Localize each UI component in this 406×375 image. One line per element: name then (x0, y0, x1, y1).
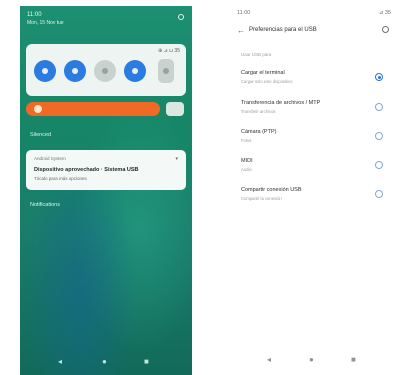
wifi-icon (42, 68, 48, 74)
option-description: Cargar solo este dispositivo (241, 79, 293, 84)
flashlight-icon (102, 68, 108, 74)
option-description: Audio (241, 167, 252, 172)
usb-option-file-transfer[interactable]: Transferencia de archivos / MTP Transfer… (241, 100, 391, 122)
nav-recents-button[interactable]: ■ (144, 357, 149, 366)
usb-option-tethering[interactable]: Compartir conexión USB Compartir la cone… (241, 187, 391, 209)
navigation-bar: ◂ ● ■ (229, 355, 397, 367)
notification-app-name: Android System (34, 156, 66, 161)
usb-option-charge[interactable]: Cargar el terminal Cargar solo este disp… (241, 70, 391, 92)
option-description: Fotos (241, 138, 252, 143)
option-label: MIDI (241, 158, 253, 164)
back-arrow-icon[interactable]: ← (237, 26, 245, 35)
navigation-bar: ◂ ● ■ (20, 357, 192, 369)
status-time: 11:00 (237, 10, 251, 16)
notification-shade-screen: 11:00 Mon, 15 Nov tue ⊕ ⊿ ⊔ 35 Silenced … (20, 6, 192, 375)
nav-back-button[interactable]: ◂ (267, 355, 271, 364)
bluetooth-toggle[interactable] (64, 60, 86, 82)
brightness-slider[interactable] (26, 102, 160, 116)
usb-preferences-screen: 11:00 ⊿ 35 ← Preferencias para el USB Us… (229, 6, 397, 375)
section-label-notifications: Notifications (30, 202, 60, 208)
radio-button[interactable] (375, 103, 383, 111)
quick-settings-panel: ⊕ ⊿ ⊔ 35 (26, 44, 186, 96)
status-indicators: ⊿ 35 (378, 10, 391, 16)
nav-home-button[interactable]: ● (102, 357, 107, 366)
section-header: Usar USB para (241, 52, 272, 57)
radio-button[interactable] (375, 190, 383, 198)
usb-option-ptp[interactable]: Cámara (PTP) Fotos (241, 129, 391, 151)
notification-text: Tócalo para más opciones (34, 176, 87, 181)
settings-gear-icon[interactable] (178, 14, 184, 20)
usb-option-midi[interactable]: MIDI Audio (241, 158, 391, 180)
radio-button[interactable] (375, 161, 383, 169)
radio-button[interactable] (375, 132, 383, 140)
option-label: Cargar el terminal (241, 70, 285, 76)
expand-quick-settings-button[interactable] (158, 59, 174, 83)
wifi-toggle[interactable] (34, 60, 56, 82)
search-icon[interactable] (382, 26, 389, 33)
option-label: Compartir conexión USB (241, 187, 302, 193)
nav-recents-button[interactable]: ■ (351, 355, 356, 364)
status-time: 11:00 (27, 12, 42, 18)
bluetooth-icon (72, 68, 78, 74)
usb-notification-card[interactable]: Android System ▾ Dispositivo aprovechado… (26, 150, 186, 190)
option-description: Transferir archivos (241, 109, 276, 114)
quick-settings-status: ⊕ ⊿ ⊔ 35 (157, 48, 180, 54)
notification-title: Dispositivo aprovechado · Sistema USB (34, 167, 139, 173)
nav-home-button[interactable]: ● (309, 355, 314, 364)
location-toggle[interactable] (124, 60, 146, 82)
brightness-icon (34, 105, 42, 113)
expand-icon (163, 68, 169, 74)
option-description: Compartir la conexión (241, 196, 282, 201)
flashlight-toggle[interactable] (94, 60, 116, 82)
location-icon (132, 68, 138, 74)
section-label-silent: Silenced (30, 132, 52, 138)
page-title: Preferencias para el USB (249, 27, 317, 33)
option-label: Transferencia de archivos / MTP (241, 100, 321, 106)
nav-back-button[interactable]: ◂ (58, 357, 62, 366)
auto-brightness-button[interactable] (166, 102, 184, 116)
option-label: Cámara (PTP) (241, 129, 277, 135)
status-date: Mon, 15 Nov tue (27, 20, 64, 26)
radio-button-selected[interactable] (375, 73, 383, 81)
chevron-down-icon[interactable]: ▾ (175, 156, 178, 162)
